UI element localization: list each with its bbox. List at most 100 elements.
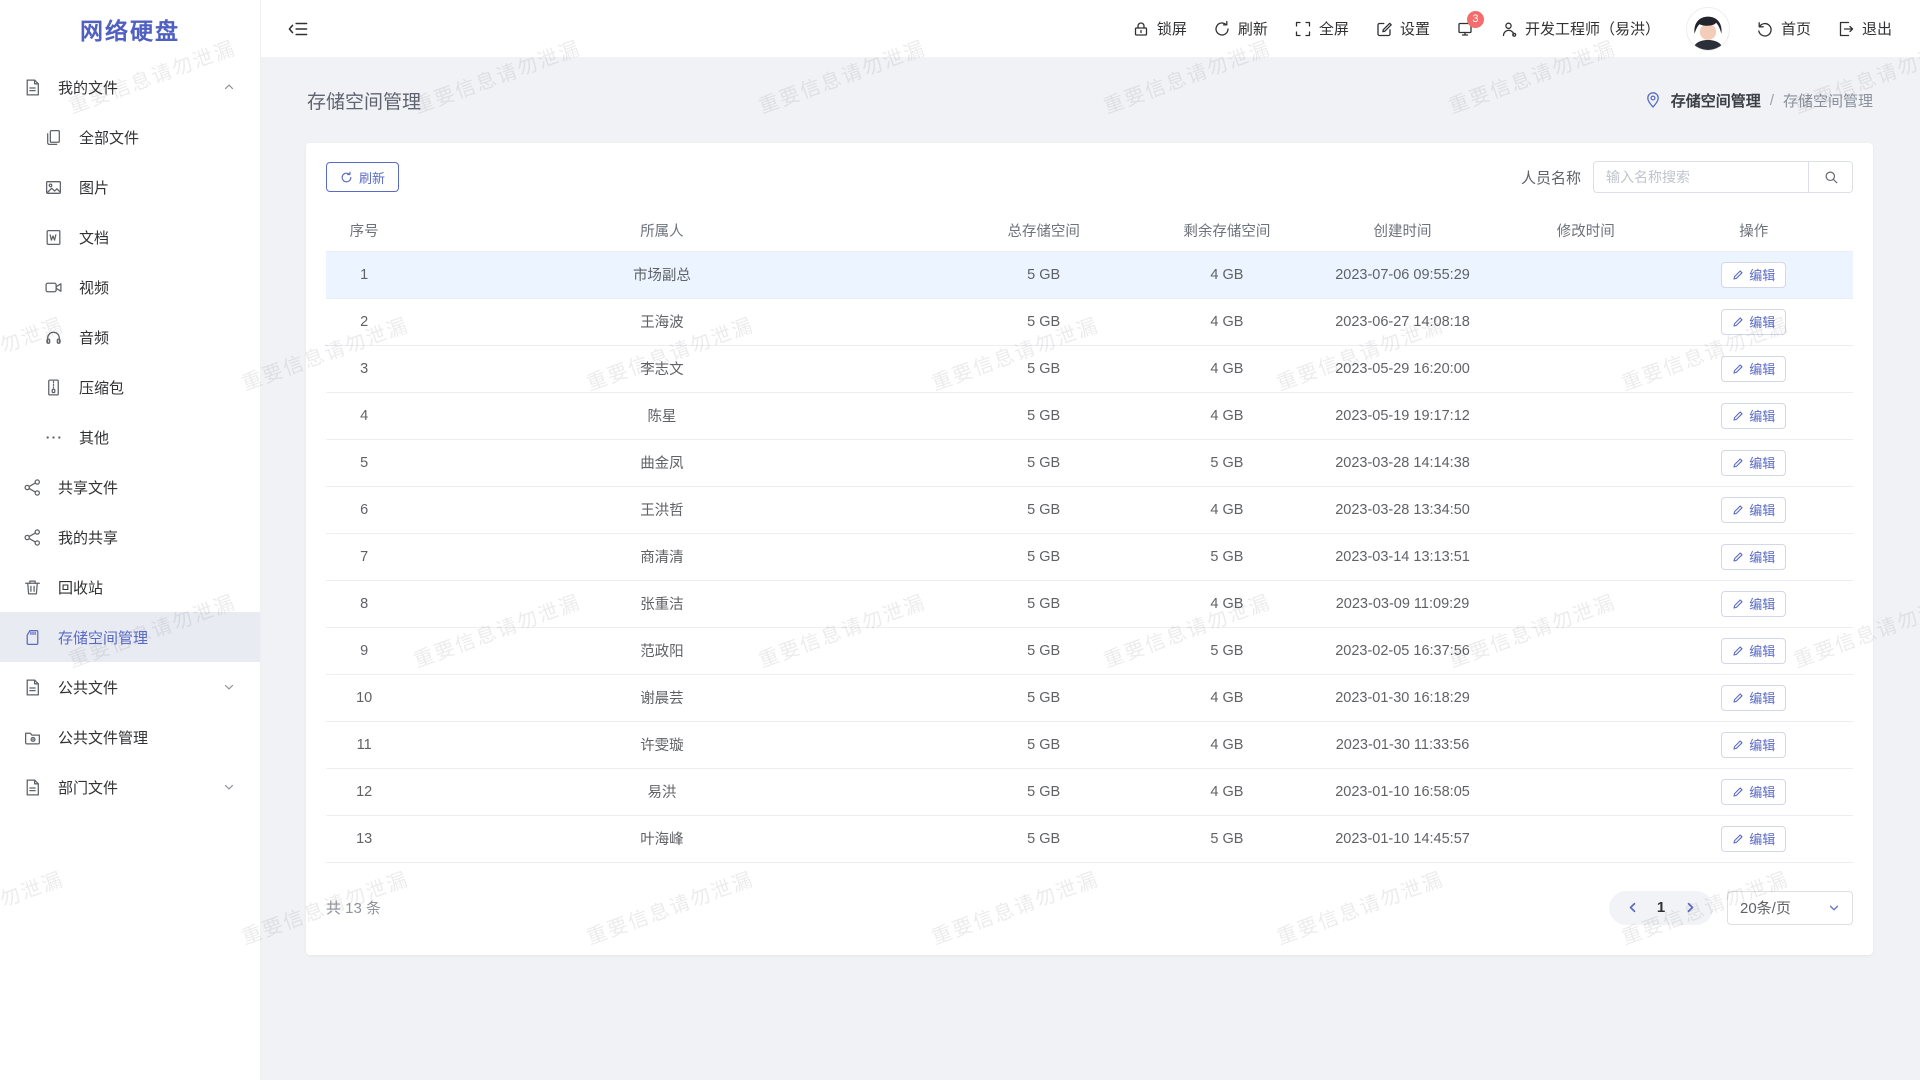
cell-owner: 叶海峰 [402, 815, 921, 862]
logout-button[interactable]: 退出 [1837, 18, 1892, 39]
lock-screen-button[interactable]: 锁屏 [1132, 18, 1187, 39]
edit-button[interactable]: 编辑 [1721, 544, 1786, 570]
edit-button-label: 编辑 [1749, 829, 1775, 848]
app-logo: 网络硬盘 [0, 0, 260, 57]
cell-index: 4 [326, 392, 402, 439]
sidebar-item-documents[interactable]: 文档 [0, 212, 260, 262]
ellipsis-icon [44, 428, 63, 447]
fullscreen-button[interactable]: 全屏 [1294, 18, 1349, 39]
pencil-icon [1732, 457, 1744, 469]
home-button[interactable]: 首页 [1756, 18, 1811, 39]
edit-button[interactable]: 编辑 [1721, 638, 1786, 664]
avatar[interactable] [1686, 7, 1730, 51]
cell-total-storage: 5 GB [922, 439, 1166, 486]
cell-owner: 范政阳 [402, 627, 921, 674]
sidebar-item-audio[interactable]: 音频 [0, 312, 260, 362]
cell-remaining-storage: 4 GB [1166, 345, 1288, 392]
sidebar-item-shared-files[interactable]: 共享文件 [0, 462, 260, 512]
pencil-icon [1732, 786, 1744, 798]
sidebar-item-label: 压缩包 [79, 377, 236, 398]
pager-page-1[interactable]: 1 [1647, 899, 1675, 916]
cell-created-time: 2023-05-29 16:20:00 [1288, 345, 1517, 392]
cell-total-storage: 5 GB [922, 674, 1166, 721]
sidebar-item-label: 图片 [79, 177, 236, 198]
breadcrumb-item[interactable]: 存储空间管理 [1671, 90, 1761, 111]
search-button[interactable] [1808, 162, 1852, 192]
edit-button[interactable]: 编辑 [1721, 262, 1786, 288]
table-refresh-button[interactable]: 刷新 [326, 162, 399, 192]
edit-button[interactable]: 编辑 [1721, 450, 1786, 476]
edit-button[interactable]: 编辑 [1721, 403, 1786, 429]
sidebar-item-public-files[interactable]: 公共文件 [0, 662, 260, 712]
sidebar-item-my-files[interactable]: 我的文件 [0, 62, 260, 112]
sidebar-item-recycle-bin[interactable]: 回收站 [0, 562, 260, 612]
cell-modified-time [1517, 533, 1654, 580]
sidebar-item-images[interactable]: 图片 [0, 162, 260, 212]
sidebar-item-all-files[interactable]: 全部文件 [0, 112, 260, 162]
sidebar-item-archives[interactable]: 压缩包 [0, 362, 260, 412]
collapse-sidebar-button[interactable] [287, 18, 309, 40]
cell-modified-time [1517, 345, 1654, 392]
cell-index: 5 [326, 439, 402, 486]
cell-total-storage: 5 GB [922, 815, 1166, 862]
sidebar-item-public-file-management[interactable]: 公共文件管理 [0, 712, 260, 762]
cell-total-storage: 5 GB [922, 486, 1166, 533]
settings-button[interactable]: 设置 [1375, 18, 1430, 39]
edit-button[interactable]: 编辑 [1721, 356, 1786, 382]
edit-button[interactable]: 编辑 [1721, 779, 1786, 805]
edit-button[interactable]: 编辑 [1721, 591, 1786, 617]
sidebar-item-storage-management[interactable]: 存储空间管理 [0, 612, 260, 662]
user-role-label: 开发工程师（易洪） [1525, 18, 1660, 39]
user-menu[interactable]: 开发工程师（易洪） [1500, 18, 1660, 39]
edit-button[interactable]: 编辑 [1721, 497, 1786, 523]
table-row: 12易洪5 GB4 GB2023-01-10 16:58:05编辑 [326, 768, 1853, 815]
sidebar-item-others[interactable]: 其他 [0, 412, 260, 462]
edit-button[interactable]: 编辑 [1721, 732, 1786, 758]
edit-button-label: 编辑 [1749, 547, 1775, 566]
column-header-total-storage: 总存储空间 [922, 211, 1166, 251]
avatar-image [1687, 8, 1729, 50]
sidebar-item-videos[interactable]: 视频 [0, 262, 260, 312]
word-doc-icon [44, 228, 63, 247]
page-size-select[interactable]: 20条/页 [1727, 891, 1853, 925]
pager-prev-button[interactable] [1617, 891, 1647, 925]
cell-owner: 市场副总 [402, 251, 921, 298]
edit-button-label: 编辑 [1749, 641, 1775, 660]
search-input[interactable] [1594, 162, 1808, 192]
table-row: 1市场副总5 GB4 GB2023-07-06 09:55:29编辑 [326, 251, 1853, 298]
settings-label: 设置 [1400, 18, 1430, 39]
cell-modified-time [1517, 251, 1654, 298]
sidebar-item-department-files[interactable]: 部门文件 [0, 762, 260, 812]
breadcrumb: 存储空间管理 / 存储空间管理 [1644, 90, 1873, 111]
user-icon [1500, 20, 1518, 38]
cell-modified-time [1517, 298, 1654, 345]
column-header-index: 序号 [326, 211, 402, 251]
cell-modified-time [1517, 815, 1654, 862]
cell-created-time: 2023-03-14 13:13:51 [1288, 533, 1517, 580]
cell-created-time: 2023-01-30 16:18:29 [1288, 674, 1517, 721]
cell-modified-time [1517, 439, 1654, 486]
edit-button[interactable]: 编辑 [1721, 309, 1786, 335]
chevron-right-icon [1684, 901, 1697, 914]
edit-button-label: 编辑 [1749, 688, 1775, 707]
refresh-page-button[interactable]: 刷新 [1213, 18, 1268, 39]
cell-index: 1 [326, 251, 402, 298]
cell-modified-time [1517, 392, 1654, 439]
headphones-icon [44, 328, 63, 347]
pager-next-button[interactable] [1675, 891, 1705, 925]
cell-total-storage: 5 GB [922, 627, 1166, 674]
cell-owner: 李志文 [402, 345, 921, 392]
chevron-down-icon [222, 780, 236, 794]
cell-actions: 编辑 [1654, 580, 1853, 627]
cell-remaining-storage: 5 GB [1166, 533, 1288, 580]
cell-actions: 编辑 [1654, 627, 1853, 674]
pager: 1 [1609, 891, 1713, 925]
sidebar-item-my-shares[interactable]: 我的共享 [0, 512, 260, 562]
edit-button[interactable]: 编辑 [1721, 685, 1786, 711]
cell-actions: 编辑 [1654, 439, 1853, 486]
pencil-icon [1732, 739, 1744, 751]
edit-button[interactable]: 编辑 [1721, 826, 1786, 852]
notifications-button[interactable]: 3 [1456, 20, 1474, 38]
table-row: 11许雯璇5 GB4 GB2023-01-30 11:33:56编辑 [326, 721, 1853, 768]
fullscreen-label: 全屏 [1319, 18, 1349, 39]
